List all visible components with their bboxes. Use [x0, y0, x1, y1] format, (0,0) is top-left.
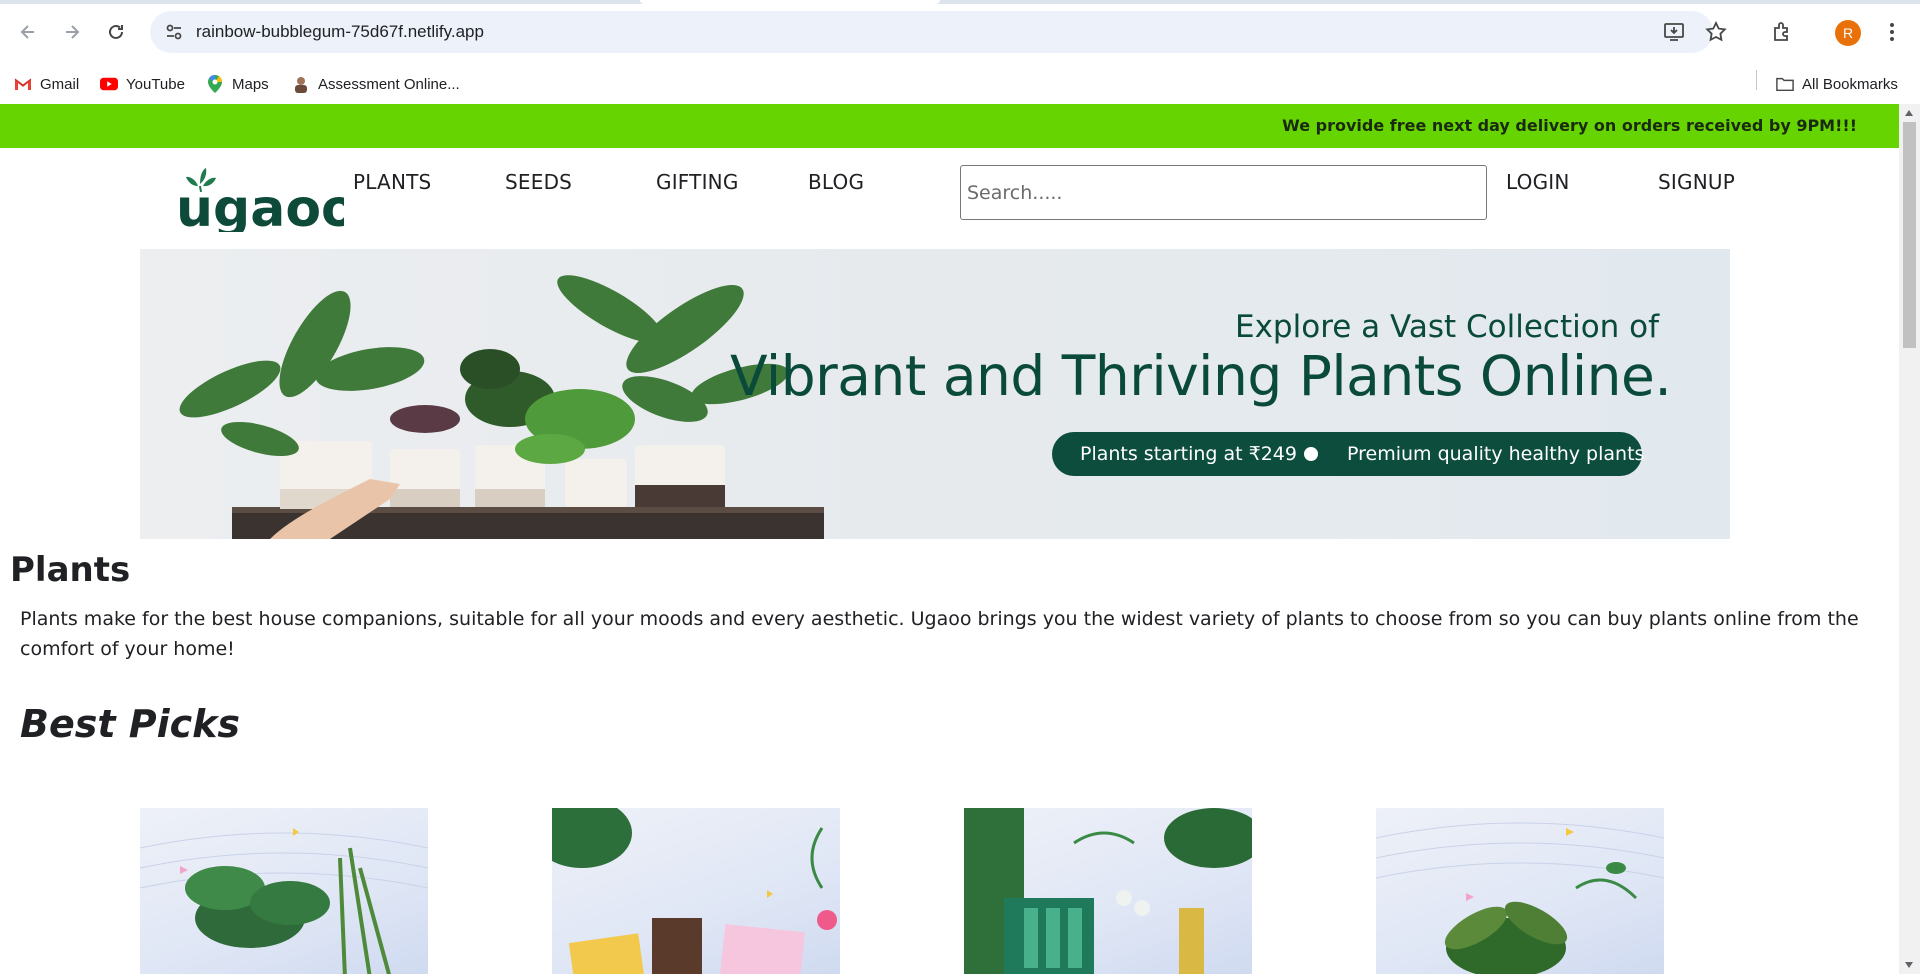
banner-quality-text: Premium quality healthy plants: [1347, 443, 1645, 465]
forward-button[interactable]: [56, 16, 88, 48]
banner-pill: Plants starting at ₹249 Premium quality …: [1052, 432, 1645, 476]
promo-bar: We provide free next day delivery on ord…: [0, 104, 1899, 148]
folder-icon: [1776, 75, 1794, 93]
bookmark-gmail[interactable]: Gmail: [14, 72, 79, 96]
url-text[interactable]: rainbow-bubblegum-75d67f.netlify.app: [196, 11, 484, 53]
gmail-icon: [14, 75, 32, 93]
hero-banner[interactable]: Explore a Vast Collection of Vibrant and…: [140, 249, 1730, 539]
best-picks-heading: Best Picks: [20, 702, 241, 746]
search-box[interactable]: [960, 165, 1487, 220]
tab-strip: [0, 0, 1920, 4]
login-link[interactable]: LOGIN: [1506, 170, 1570, 194]
bookmark-youtube[interactable]: YouTube: [100, 72, 185, 96]
site-settings-icon[interactable]: [164, 22, 184, 42]
bookmark-star-icon[interactable]: [1700, 16, 1732, 48]
bookmark-assessment[interactable]: Assessment Online...: [292, 72, 460, 96]
product-card-1[interactable]: [140, 808, 428, 974]
page-scrollbar[interactable]: [1899, 104, 1920, 974]
browser-toolbar: rainbow-bubblegum-75d67f.netlify.app R: [0, 0, 1920, 64]
reload-button[interactable]: [100, 16, 132, 48]
product-card-3[interactable]: [964, 808, 1252, 974]
scrollbar-thumb[interactable]: [1903, 122, 1916, 348]
promo-text: We provide free next day delivery on ord…: [1282, 116, 1857, 135]
product-card-4[interactable]: [1376, 808, 1664, 974]
page-viewport: We provide free next day delivery on ord…: [0, 104, 1899, 974]
assessment-favicon: [292, 75, 310, 93]
banner-line-2: Vibrant and Thriving Plants Online.: [730, 344, 1672, 408]
address-bar[interactable]: rainbow-bubblegum-75d67f.netlify.app: [150, 11, 1727, 53]
back-button[interactable]: [12, 16, 44, 48]
install-app-icon[interactable]: [1658, 16, 1690, 48]
nav-plants[interactable]: PLANTS: [353, 170, 431, 194]
bookmarks-separator: [1756, 70, 1757, 90]
menu-kebab-icon[interactable]: [1876, 16, 1908, 48]
scroll-down-arrow-icon[interactable]: [1905, 962, 1913, 968]
banner-price-text: Plants starting at ₹249: [1080, 443, 1297, 465]
product-image-1: [140, 828, 428, 974]
bookmarks-bar: Gmail YouTube Maps Assessment Online... …: [0, 64, 1920, 104]
banner-line-1: Explore a Vast Collection of: [1235, 309, 1660, 345]
ugaoo-logo[interactable]: ugaoo: [176, 156, 357, 239]
plants-heading: Plants: [10, 550, 131, 590]
product-card-2[interactable]: [552, 808, 840, 974]
forward-arrow-icon: [66, 25, 80, 39]
bookmark-maps[interactable]: Maps: [206, 72, 269, 96]
pot-5: [635, 445, 725, 507]
logo-wordmark: ugaoo: [176, 179, 344, 232]
pot-4: [565, 459, 627, 507]
nav-blog[interactable]: BLOG: [808, 170, 864, 194]
scroll-up-arrow-icon[interactable]: [1905, 110, 1913, 116]
nav-gifting[interactable]: GIFTING: [656, 170, 739, 194]
search-input[interactable]: [961, 166, 1486, 219]
profile-avatar[interactable]: R: [1835, 20, 1861, 46]
reload-icon: [109, 24, 123, 39]
nav-seeds[interactable]: SEEDS: [505, 170, 572, 194]
back-arrow-icon: [20, 25, 34, 39]
product-image-4: [1376, 822, 1664, 974]
pill-dot: [1304, 447, 1318, 461]
product-image-2: [552, 808, 837, 974]
product-image-3: [964, 808, 1252, 974]
signup-link[interactable]: SIGNUP: [1658, 170, 1735, 194]
pot-2: [390, 449, 460, 507]
all-bookmarks-button[interactable]: All Bookmarks: [1776, 72, 1898, 96]
plants-description: Plants make for the best house companion…: [20, 608, 1859, 660]
youtube-icon: [100, 75, 118, 93]
maps-icon: [206, 75, 224, 93]
site-header: ugaoo PLANTS SEEDS GIFTING BLOG LOGIN SI…: [0, 148, 1899, 248]
extensions-icon[interactable]: [1766, 16, 1798, 48]
